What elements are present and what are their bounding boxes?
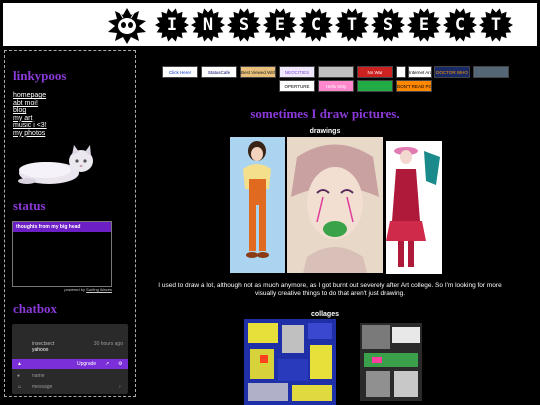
title-letter-text: C (454, 15, 466, 35)
title-letter: I (155, 8, 189, 42)
nav-link[interactable]: homepage (13, 92, 47, 100)
powered-link[interactable]: Surfing Waves (86, 287, 112, 292)
user-icon: ● (17, 373, 21, 379)
sidebar-nav: homepage abt moi! blog my art music i <3! my … (13, 92, 47, 137)
warning-icon[interactable]: ▲ (17, 361, 22, 367)
status-widget: thoughts from my big head (12, 221, 112, 287)
title-letter: C (443, 8, 477, 42)
badge-button[interactable]: Hello Kitty (318, 80, 354, 92)
badge-button[interactable]: DON'T READ POLL (396, 80, 432, 92)
title-letter-text: I (166, 15, 178, 35)
chat-message-text: yahooo (32, 347, 49, 353)
nav-link[interactable]: music i <3! (13, 122, 47, 130)
nav-link[interactable]: abt moi! (13, 100, 47, 108)
badge-button[interactable]: OPERTURE (279, 80, 315, 92)
title-letter: E (407, 8, 441, 42)
badge-button[interactable] (357, 80, 393, 92)
site-header: INSECTSECT (3, 3, 537, 46)
chat-message: insectsect yahooo (32, 341, 54, 353)
badge-button[interactable]: Click Here! (162, 66, 198, 78)
title-letter-text: E (418, 15, 430, 35)
external-link-icon[interactable]: ↗ (105, 361, 109, 367)
powered-by: powered by Surfing Waves (12, 287, 112, 292)
send-icon[interactable]: › (119, 384, 121, 390)
title-letter: N (191, 8, 225, 42)
page-title: sometimes I draw pictures. (250, 106, 400, 121)
chat-toolbar: ▲ Upgrade ↗ ⚙ (12, 359, 128, 369)
nav-link[interactable]: my photos (13, 130, 47, 138)
badge-button[interactable]: NEOCITIES (279, 66, 315, 78)
title-letter: S (227, 8, 261, 42)
collage-1[interactable] (244, 319, 336, 405)
nav-link[interactable]: my art (13, 115, 47, 123)
badge-button[interactable]: StatusCafe (201, 66, 237, 78)
chat-message-input[interactable]: message (32, 384, 52, 390)
alien-logo-icon (108, 8, 146, 44)
badge-button[interactable]: Best Viewed With Eyes (240, 66, 276, 78)
title-letter: T (479, 8, 513, 42)
title-letter-text: E (274, 15, 286, 35)
drawing-3[interactable] (386, 141, 442, 274)
status-box-title: thoughts from my big head (13, 222, 111, 232)
site-title: INSECTSECT (155, 8, 513, 42)
badge-button[interactable] (473, 66, 509, 78)
title-letter-text: S (238, 15, 250, 35)
cat-image (18, 145, 93, 184)
badge-button[interactable]: No War (357, 66, 393, 78)
chat-name-field[interactable]: ● name (12, 371, 128, 381)
badge-button[interactable]: Internet Archive (408, 66, 432, 78)
drawing-1[interactable] (230, 137, 285, 273)
collage-2[interactable] (360, 323, 422, 401)
title-letter-text: T (490, 15, 502, 35)
chat-message-field[interactable]: ☺ message › (12, 382, 128, 392)
chat-time: 30 hours ago (93, 341, 123, 347)
upgrade-link[interactable]: Upgrade (77, 361, 96, 367)
art-description: I used to draw a lot, although not as mu… (158, 282, 502, 297)
powered-prefix: powered by (64, 287, 85, 292)
settings-icon[interactable]: ⚙ (118, 361, 122, 367)
badge-button[interactable] (396, 66, 406, 78)
drawings-heading: drawings (309, 128, 341, 135)
title-letter-text: T (346, 15, 358, 35)
nav-link[interactable]: blog (13, 107, 47, 115)
title-letter: T (335, 8, 369, 42)
chatbox-widget: insectsect yahooo 30 hours ago ▲ Upgrade… (12, 324, 128, 394)
title-letter-text: N (202, 15, 214, 35)
emoji-icon[interactable]: ☺ (17, 384, 22, 390)
badge-button[interactable] (318, 66, 354, 78)
sidebar-heading: linkypoos (13, 68, 67, 83)
badge-button[interactable]: DOCTOR WHO (434, 66, 470, 78)
title-letter: C (299, 8, 333, 42)
main-content: Click Here!StatusCafeBest Viewed With Ey… (140, 50, 537, 405)
title-letter: S (371, 8, 405, 42)
chatbox-heading: chatbox (13, 301, 58, 316)
sidebar: linkypoos homepage abt moi! blog my art musi… (4, 50, 136, 397)
title-letter-text: C (310, 15, 322, 35)
chat-name-input[interactable]: name (32, 373, 45, 379)
title-letter-text: S (382, 15, 394, 35)
title-letter: E (263, 8, 297, 42)
collages-heading: collages (310, 311, 339, 318)
status-heading: status (13, 198, 46, 213)
drawing-2[interactable] (287, 137, 383, 273)
